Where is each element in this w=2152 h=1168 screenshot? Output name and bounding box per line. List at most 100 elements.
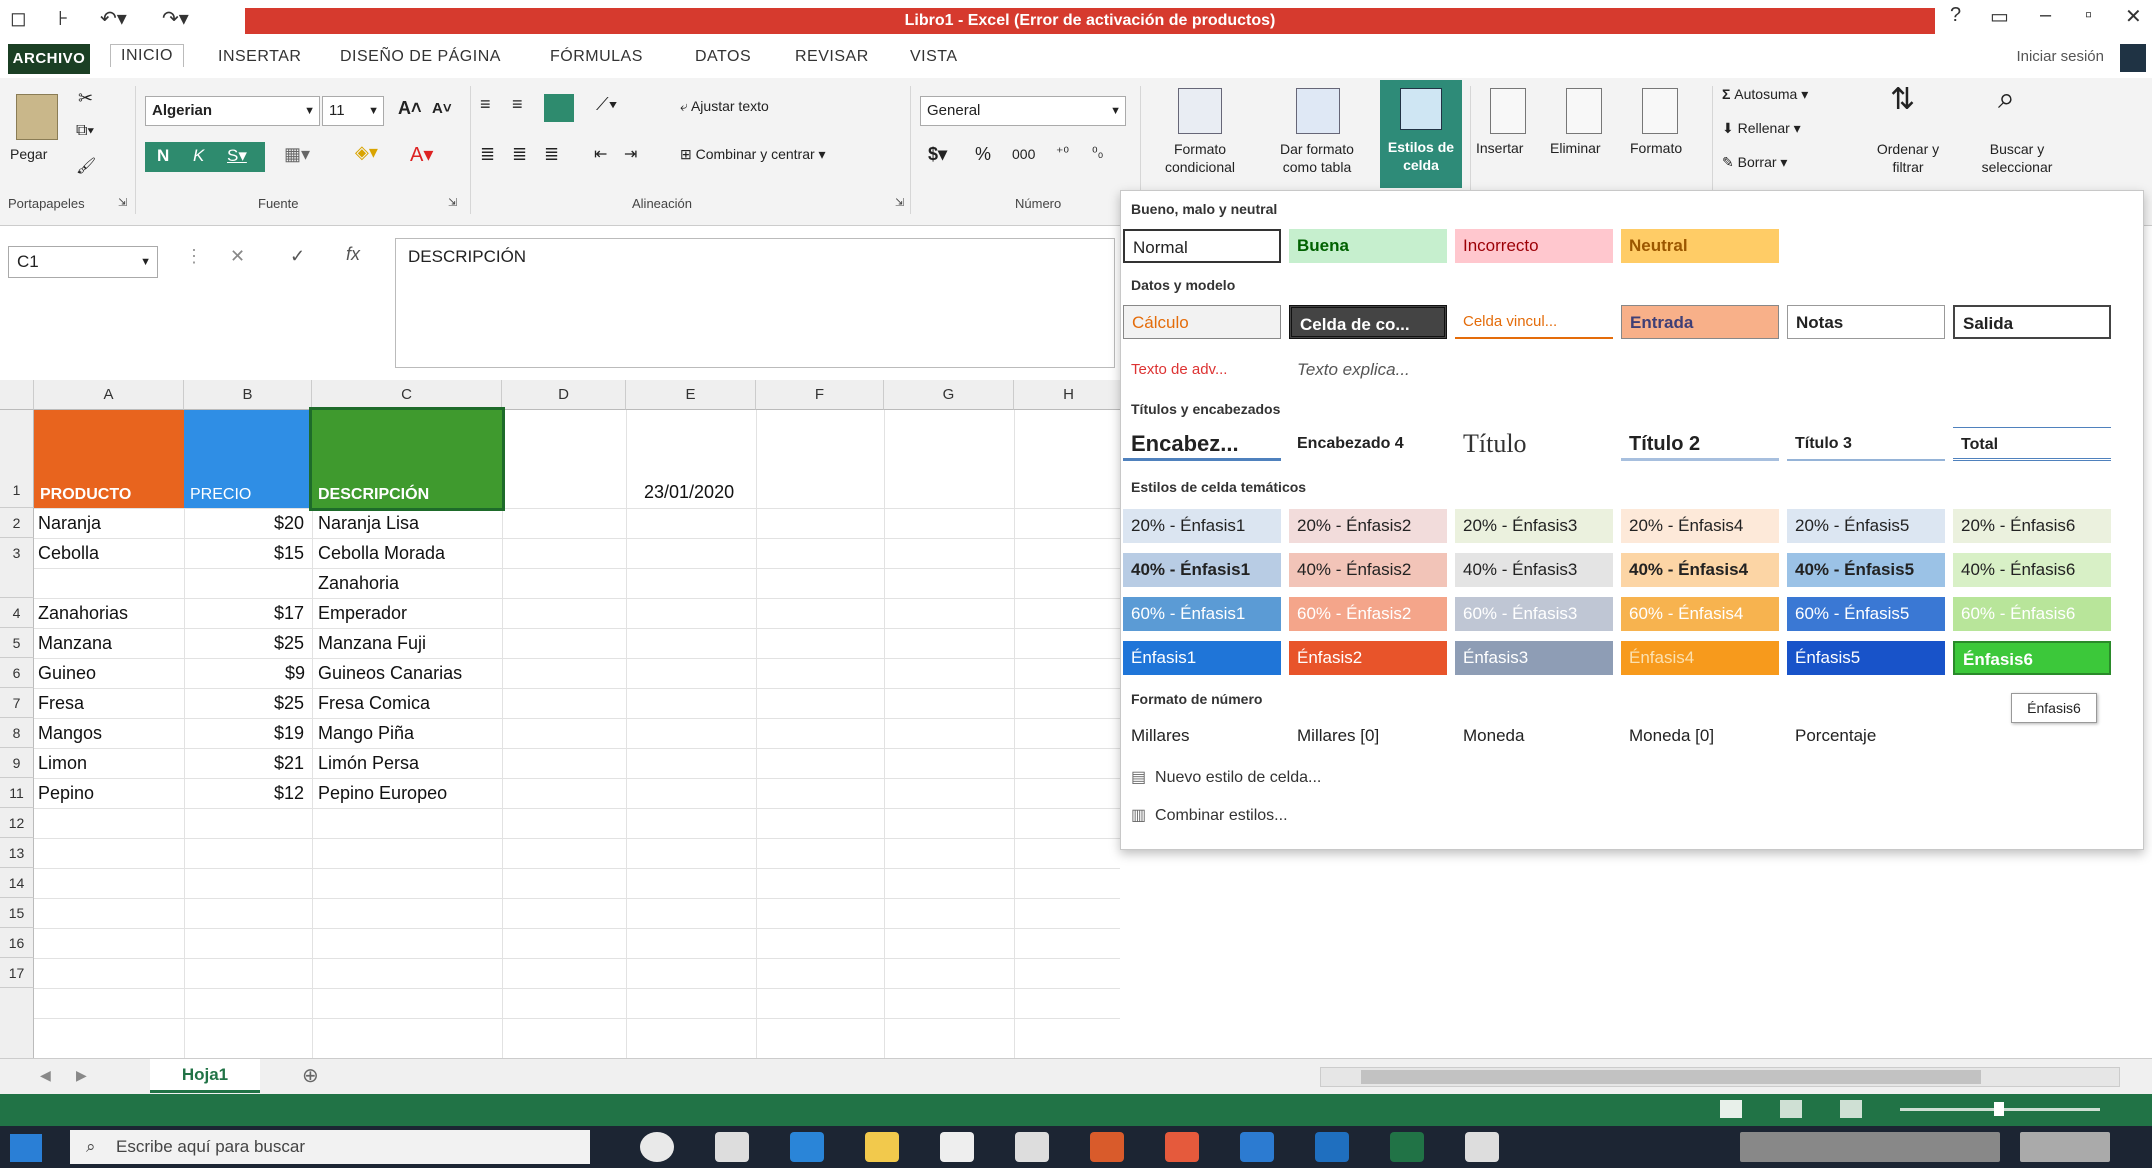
app-icon[interactable]	[1015, 1132, 1049, 1162]
style-output[interactable]: Salida	[1953, 305, 2111, 339]
style-40-accent5[interactable]: 40% - Énfasis5	[1787, 553, 1945, 587]
taskbar-search[interactable]: ⌕ Escribe aquí para buscar	[70, 1130, 590, 1164]
task-view-icon[interactable]	[715, 1132, 749, 1162]
increase-decimal-icon[interactable]: ⁺⁰	[1056, 144, 1069, 161]
decrease-font-icon[interactable]: A˅	[432, 100, 452, 117]
style-20-accent1[interactable]: 20% - Énfasis1	[1123, 509, 1281, 543]
style-good[interactable]: Buena	[1289, 229, 1447, 263]
alignment-launcher-icon[interactable]: ⇲	[895, 196, 904, 209]
decrease-indent-icon[interactable]: ⇤	[594, 144, 607, 164]
paste-button[interactable]: Pegar	[10, 146, 47, 162]
column-header-c[interactable]: C	[312, 380, 502, 410]
wrap-text-button[interactable]: ⤶ Ajustar texto	[680, 98, 769, 115]
font-color-icon[interactable]: A▾	[410, 142, 433, 167]
select-all-corner[interactable]	[0, 380, 34, 410]
style-comma-0[interactable]: Millares [0]	[1289, 719, 1447, 753]
style-20-accent3[interactable]: 20% - Énfasis3	[1455, 509, 1613, 543]
insert-cells-icon[interactable]	[1490, 88, 1526, 134]
clear-button[interactable]: ✎ Borrar ▾	[1722, 154, 1787, 171]
orientation-icon[interactable]: ⟋▾	[596, 94, 617, 115]
style-accent2[interactable]: Énfasis2	[1289, 641, 1447, 675]
sheet-tab-hoja1[interactable]: Hoja1	[150, 1059, 260, 1093]
cell-description[interactable]: Pepino Europeo	[318, 783, 447, 804]
help-icon[interactable]: ?	[1950, 4, 1961, 27]
horizontal-scrollbar[interactable]	[1320, 1067, 2120, 1087]
cell-description[interactable]: Manzana Fuji	[318, 633, 426, 654]
zoom-slider-thumb[interactable]	[1994, 1102, 2004, 1116]
cell-product[interactable]: Fresa	[38, 693, 84, 714]
style-calculation[interactable]: Cálculo	[1123, 305, 1281, 339]
cell-product[interactable]: Pepino	[38, 783, 94, 804]
style-bad[interactable]: Incorrecto	[1455, 229, 1613, 263]
tab-data[interactable]: DATOS	[695, 48, 751, 66]
normal-view-icon[interactable]	[1720, 1100, 1742, 1118]
column-header-f[interactable]: F	[756, 380, 884, 410]
autosum-button[interactable]: Σ Autosuma ▾	[1722, 86, 1808, 103]
style-total[interactable]: Total	[1953, 427, 2111, 461]
new-cell-style-item[interactable]: ▤ Nuevo estilo de celda...	[1131, 767, 1321, 787]
date-cell[interactable]: 23/01/2020	[644, 482, 734, 503]
style-40-accent6[interactable]: 40% - Énfasis6	[1953, 553, 2111, 587]
style-heading-1[interactable]: Encabez...	[1123, 427, 1281, 461]
row-header[interactable]: 5	[0, 628, 34, 658]
borders-icon[interactable]: ▦▾	[284, 144, 310, 165]
row-header[interactable]: 9	[0, 748, 34, 778]
style-title[interactable]: Título	[1455, 427, 1613, 461]
app-icon[interactable]	[1465, 1132, 1499, 1162]
app-icon[interactable]	[1090, 1132, 1124, 1162]
row-header[interactable]: 12	[0, 808, 34, 838]
style-input[interactable]: Entrada	[1621, 305, 1779, 339]
conditional-format-icon[interactable]	[1178, 88, 1222, 134]
windows-start-icon[interactable]	[10, 1134, 42, 1162]
style-currency-0[interactable]: Moneda [0]	[1621, 719, 1779, 753]
style-check-cell[interactable]: Celda de co...	[1289, 305, 1447, 339]
row-header[interactable]: 6	[0, 658, 34, 688]
cell-description[interactable]: Emperador	[318, 603, 407, 624]
currency-icon[interactable]: $▾	[928, 144, 947, 165]
align-top-icon[interactable]: ≡	[480, 94, 491, 115]
row-header[interactable]: 16	[0, 928, 34, 958]
excel-icon[interactable]	[1390, 1132, 1424, 1162]
undo-icon[interactable]: ↶▾	[100, 6, 127, 31]
cut-icon[interactable]: ✂	[78, 88, 93, 109]
style-40-accent2[interactable]: 40% - Énfasis2	[1289, 553, 1447, 587]
tab-formulas[interactable]: FÓRMULAS	[550, 48, 643, 66]
cell-price[interactable]: $25	[274, 693, 304, 714]
worksheet-grid[interactable]: A B C D E F G H 1 2 3 4 5 6 7 8 9 11 12 …	[0, 380, 1120, 1060]
cell-description[interactable]: Zanahoria	[318, 573, 399, 594]
tab-view[interactable]: VISTA	[910, 48, 958, 66]
style-heading-2[interactable]: Título 2	[1621, 427, 1779, 461]
style-accent3[interactable]: Énfasis3	[1455, 641, 1613, 675]
store-icon[interactable]	[940, 1132, 974, 1162]
header-cell-price[interactable]: PRECIO	[184, 410, 312, 508]
decrease-decimal-icon[interactable]: ⁰₀	[1092, 144, 1103, 161]
tab-page-layout[interactable]: DISEÑO DE PÁGINA	[340, 48, 501, 66]
column-header-d[interactable]: D	[502, 380, 626, 410]
increase-indent-icon[interactable]: ⇥	[624, 144, 637, 164]
bold-icon[interactable]: N	[157, 146, 169, 166]
row-header[interactable]: 8	[0, 718, 34, 748]
column-header-b[interactable]: B	[184, 380, 312, 410]
column-header-h[interactable]: H	[1014, 380, 1120, 410]
style-explanatory-text[interactable]: Texto explica...	[1289, 353, 1447, 387]
find-select-button[interactable]: Buscar y seleccionar	[1962, 140, 2072, 176]
mail-icon[interactable]	[1240, 1132, 1274, 1162]
font-launcher-icon[interactable]: ⇲	[448, 196, 457, 209]
clock[interactable]	[2020, 1132, 2110, 1162]
style-currency[interactable]: Moneda	[1455, 719, 1613, 753]
tab-review[interactable]: REVISAR	[795, 48, 869, 66]
cell-price[interactable]: $17	[274, 603, 304, 624]
confirm-entry-icon[interactable]: ✓	[290, 246, 305, 267]
delete-cells-icon[interactable]	[1566, 88, 1602, 134]
style-60-accent5[interactable]: 60% - Énfasis5	[1787, 597, 1945, 631]
close-icon[interactable]: ✕	[2125, 4, 2142, 29]
style-accent5[interactable]: Énfasis5	[1787, 641, 1945, 675]
clipboard-launcher-icon[interactable]: ⇲	[118, 196, 127, 209]
row-header[interactable]: 4	[0, 598, 34, 628]
merge-styles-item[interactable]: ▥ Combinar estilos...	[1131, 805, 1288, 825]
cell-price[interactable]: $21	[274, 753, 304, 774]
style-accent1[interactable]: Énfasis1	[1123, 641, 1281, 675]
fill-color-icon[interactable]: ◈▾	[355, 142, 378, 163]
row-header[interactable]: 2	[0, 508, 34, 538]
format-as-table-button[interactable]: Dar formato como tabla	[1262, 140, 1372, 176]
